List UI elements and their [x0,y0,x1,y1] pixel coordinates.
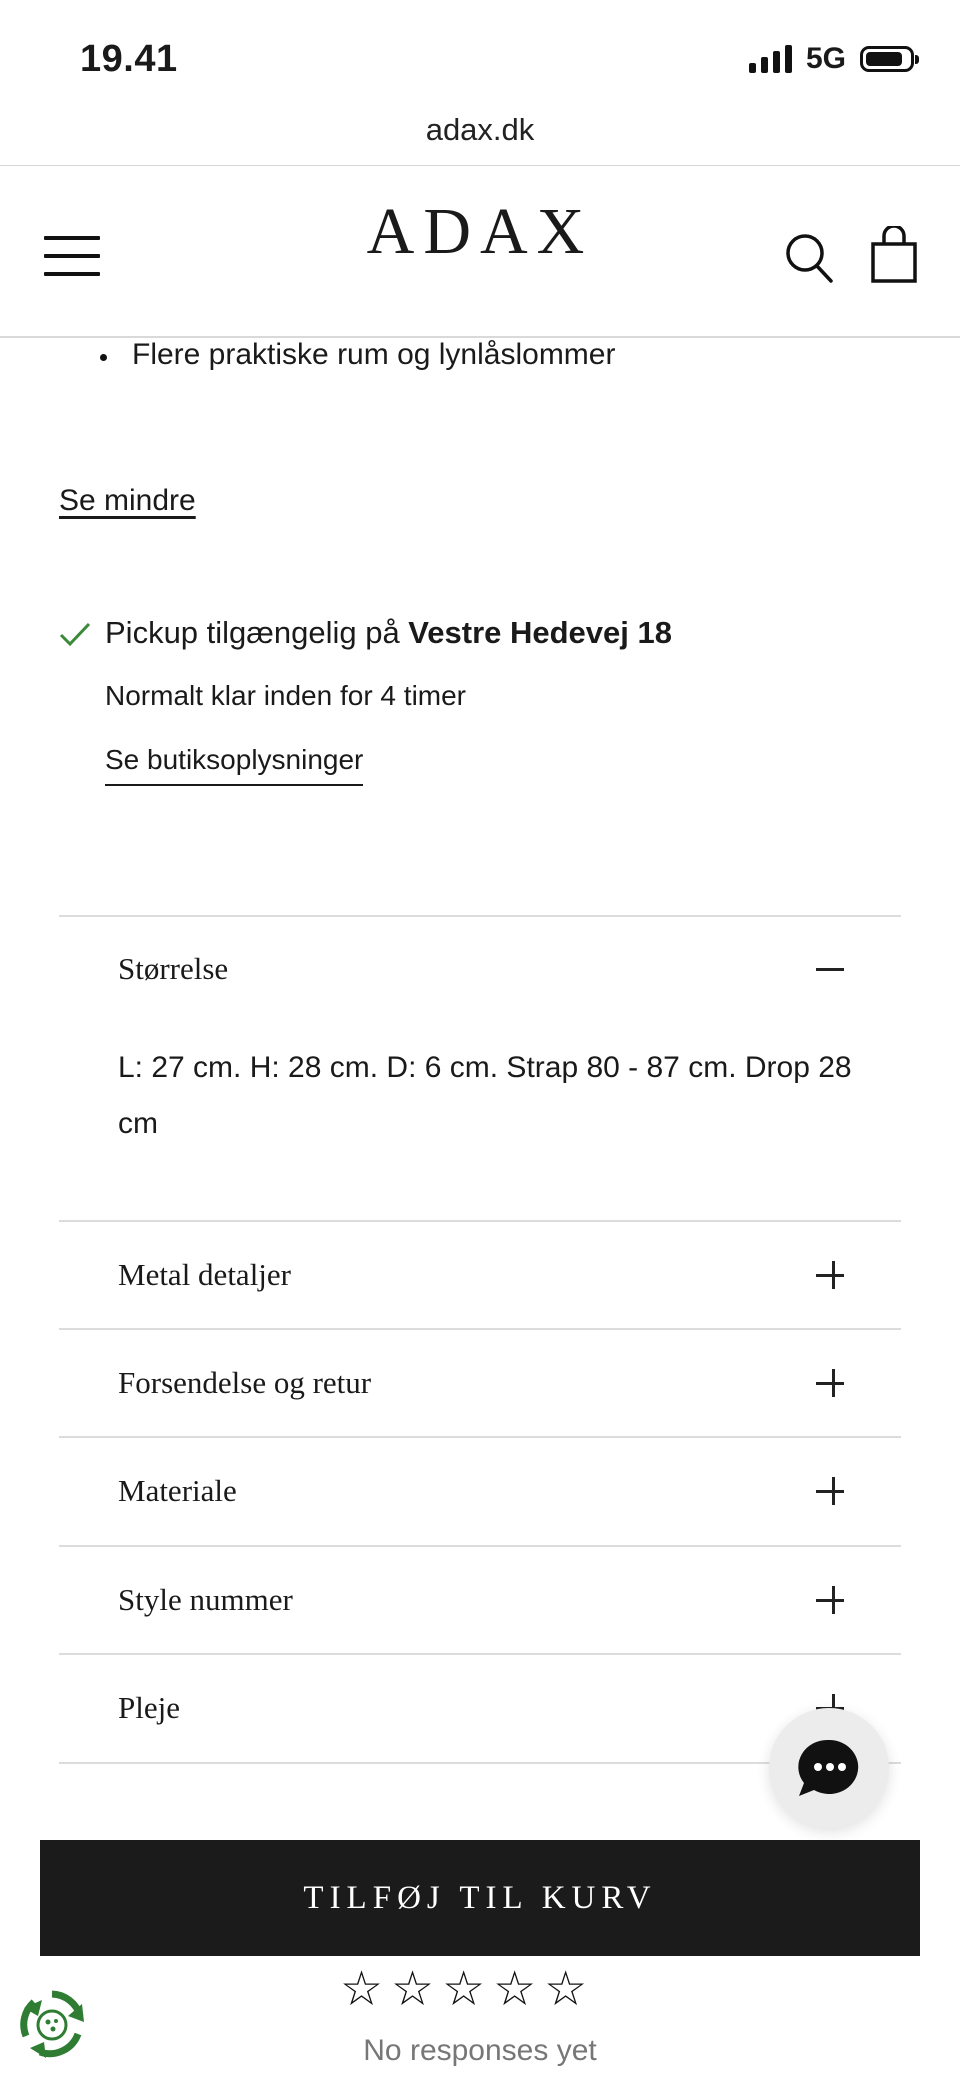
store-info-link[interactable]: Se butiksoplysninger [105,744,364,786]
star-icon[interactable]: ☆ [544,1966,587,2014]
star-icon[interactable]: ☆ [391,1966,434,2014]
reviews-empty-text: No responses yet [363,2034,597,2067]
status-time: 19.41 [80,38,178,80]
network-type: 5G [805,42,846,75]
accordion-divider [59,1436,901,1438]
cellular-signal-icon [748,45,792,73]
plus-icon[interactable] [806,1252,852,1298]
search-icon[interactable] [785,232,835,284]
address-bar[interactable]: adax.dk [0,112,960,148]
see-less-link[interactable]: Se mindre [59,484,196,518]
accordion-divider [59,1328,901,1330]
shopping-bag-icon[interactable] [870,224,918,284]
accordion-divider [59,915,901,917]
accordion-title-style-number[interactable]: Style nummer [118,1582,293,1618]
bullet-point [100,354,107,361]
status-indicators: 5G [748,42,919,76]
plus-icon[interactable] [806,1577,852,1623]
star-icon[interactable]: ☆ [340,1966,383,2014]
pickup-store-name: Vestre Hedevej 18 [408,615,672,650]
star-icon[interactable]: ☆ [442,1966,485,2014]
plus-icon[interactable] [806,1360,852,1406]
chat-bubble-icon [798,1739,859,1796]
chat-button[interactable] [769,1708,889,1828]
accordion-divider [59,1653,901,1655]
battery-icon [860,46,919,72]
pickup-availability: Pickup tilgængelig på Vestre Hedevej 18 [105,615,672,651]
accordion-title-size[interactable]: Størrelse [118,951,228,987]
size-details: L: 27 cm. H: 28 cm. D: 6 cm. Strap 80 - … [118,1051,852,1140]
feature-bullet: Flere praktiske rum og lynlåslommer [132,338,616,371]
battery-level [866,52,902,66]
minus-icon[interactable] [806,946,852,992]
star-icon[interactable]: ☆ [493,1966,536,2014]
accordion-title-metal-details[interactable]: Metal detaljer [118,1257,291,1293]
accordion-divider [59,1545,901,1547]
recycle-badge-icon[interactable] [16,1988,88,2060]
pickup-eta: Normalt klar inden for 4 timer [105,680,467,711]
accordion-divider [59,1220,901,1222]
site-header: ADAX [0,166,960,338]
accordion-title-shipping-returns[interactable]: Forsendelse og retur [118,1365,371,1401]
checkmark-icon [59,622,91,647]
plus-icon[interactable] [806,1468,852,1514]
accordion-title-care[interactable]: Pleje [118,1690,180,1726]
star-rating[interactable]: ☆ ☆ ☆ ☆ ☆ [340,1966,587,2014]
add-to-cart-button[interactable]: TILFØJ TIL KURV [40,1840,920,1956]
accordion-title-material[interactable]: Materiale [118,1473,237,1509]
pickup-prefix: Pickup tilgængelig på [105,615,409,650]
